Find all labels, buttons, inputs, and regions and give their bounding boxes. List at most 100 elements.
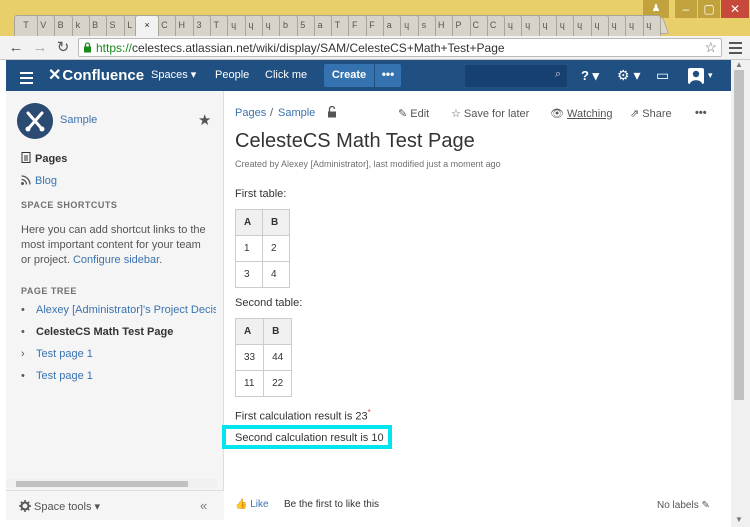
url-scheme: https:// [96, 41, 133, 55]
tree-bullet-icon: • [21, 370, 25, 382]
back-button[interactable]: ← [6, 38, 26, 58]
tab-strip: T V Bk B S L × C H 3 Tɥ ɥ ɥ b 5 a T F Fa ɥ s H P C Cɥ ɥ ɥ ɥ ɥ ɥ ɥ ɥ ɥ [0, 0, 750, 36]
address-bar[interactable]: https://celestecs.atlassian.net/wiki/dis… [78, 38, 722, 57]
space-logo-icon[interactable] [17, 103, 53, 139]
table-row: 34 [235, 261, 290, 288]
browser-menu-icon[interactable] [727, 39, 745, 57]
likes-summary: Be the first to like this [284, 499, 380, 510]
sidebar-footer: Space tools ▾ « [6, 490, 224, 520]
save-for-later-button[interactable]: ☆ Save for later [451, 107, 529, 120]
close-window-button[interactable]: ✕ [721, 0, 749, 18]
table-cell: 44 [263, 344, 293, 371]
tree-item-current[interactable]: • CelesteCS Math Test Page [21, 326, 216, 338]
gear-icon [19, 500, 31, 512]
sidebar-item-pages[interactable]: Pages [21, 152, 67, 165]
profile-menu[interactable]: ▾ [688, 60, 718, 91]
like-button[interactable]: 👍 Like [235, 499, 269, 510]
author-link[interactable]: Alexey [Administrator] [281, 159, 369, 169]
first-table-label: First table: [235, 188, 287, 200]
tree-item-label: Test page 1 [36, 370, 93, 382]
more-actions-button[interactable]: ••• [695, 107, 707, 119]
create-more-button[interactable]: ••• [375, 64, 401, 87]
first-calculation-result: First calculation result is 23* [235, 408, 371, 423]
reload-button[interactable]: ↻ [53, 38, 73, 58]
click-me-link[interactable]: Click me [265, 60, 307, 91]
browser-tab[interactable]: T [14, 15, 38, 36]
tree-item-label: Alexey [Administrator]'s Project Decisio [36, 304, 216, 316]
help-menu-icon[interactable]: ? ▾ [581, 60, 599, 91]
table-row: 12 [235, 235, 290, 262]
unlock-icon[interactable] [327, 106, 337, 118]
create-button[interactable]: Create [324, 64, 374, 87]
no-labels-text: No labels [657, 500, 699, 511]
save-star-icon: ☆ [451, 108, 464, 120]
favourite-star-icon[interactable]: ★ [198, 111, 211, 129]
space-name-link[interactable]: Sample [60, 114, 97, 126]
confluence-logo[interactable]: ✕Confluence [48, 60, 144, 91]
lock-icon [84, 42, 91, 53]
modified-link[interactable]: just a moment ago [427, 159, 501, 169]
tree-expand-icon[interactable]: › [21, 348, 36, 360]
save-for-later-label: Save for later [463, 108, 530, 120]
edit-labels-pencil-icon[interactable]: ✎ [699, 500, 709, 511]
confluence-header: ✕Confluence Spaces ▾ People Click me Cre… [6, 60, 731, 91]
table-row: 11 22 [234, 370, 293, 397]
table-header-cell: B [262, 209, 290, 236]
calc1-marker: * [367, 408, 371, 417]
scroll-down-icon[interactable]: ▼ [735, 515, 743, 524]
space-tools-label: Space tools ▾ [34, 501, 101, 513]
sidebar-scrollbar-thumb[interactable] [16, 481, 188, 487]
shortcuts-help-text: Here you can add shortcut links to the m… [21, 224, 206, 266]
bookmark-star-icon[interactable]: ☆ [704, 39, 717, 56]
tree-item[interactable]: • Alexey [Administrator]'s Project Decisi… [21, 304, 216, 316]
breadcrumb-sample[interactable]: Sample [278, 107, 315, 119]
app-switcher-icon[interactable] [20, 60, 34, 91]
people-link[interactable]: People [215, 60, 249, 91]
second-table: AB 33 44 11 22 [234, 318, 293, 397]
maximize-button[interactable]: ▢ [698, 0, 720, 18]
page-byline: Created by Alexey [Administrator], last … [235, 159, 501, 169]
minimize-button[interactable]: – [675, 0, 697, 18]
browser-toolbar: ← → ↻ https://celestecs.atlassian.net/wi… [0, 36, 750, 60]
page-tree-header: PAGE TREE [21, 286, 77, 296]
edit-button[interactable]: ✎ Edit [398, 107, 429, 120]
browser-tab[interactable]: × [135, 15, 160, 36]
labels-editor[interactable]: No labels ✎ [657, 500, 710, 511]
second-table-label: Second table: [235, 297, 303, 309]
table-header-cell: B [263, 318, 293, 345]
vertical-scrollbar-thumb[interactable] [734, 70, 744, 400]
table-header-cell: A [235, 209, 263, 236]
spaces-menu[interactable]: Spaces ▾ [151, 60, 196, 91]
table-cell: 4 [262, 261, 290, 288]
configure-sidebar-link[interactable]: Configure sidebar [73, 254, 159, 266]
notifications-icon[interactable]: ▭ [656, 60, 669, 91]
share-button[interactable]: ⇗ Share [630, 107, 672, 120]
thumbs-up-icon: 👍 [235, 499, 251, 510]
url-path: celestecs.atlassian.net/wiki/display/SAM… [132, 41, 505, 55]
tree-item[interactable]: • Test page 1 [21, 370, 216, 382]
space-tools-menu[interactable]: Space tools ▾ [19, 500, 100, 513]
first-table: AB 12 34 [235, 209, 290, 288]
scroll-up-icon[interactable]: ▲ [735, 60, 743, 69]
watching-label: Watching [567, 108, 613, 120]
share-icon: ⇗ [630, 108, 643, 120]
table-cell: 3 [235, 261, 263, 288]
confluence-x-icon: ✕ [48, 67, 62, 84]
table-cell: 11 [234, 370, 265, 397]
page-title: CelesteCS Math Test Page [235, 130, 475, 152]
settings-gear-icon[interactable]: ⚙ ▾ [617, 60, 640, 91]
search-icon: ⌕ [554, 68, 561, 80]
breadcrumb-pages[interactable]: Pages [235, 107, 266, 119]
table-row: 33 44 [234, 344, 293, 371]
sidebar-item-blog[interactable]: Blog [21, 175, 57, 187]
watch-eye-icon: 👁 [550, 108, 568, 120]
watching-button[interactable]: 👁 Watching [550, 107, 612, 120]
tree-item[interactable]: › Test page 1 [21, 348, 216, 360]
share-label: Share [642, 108, 672, 120]
forward-button[interactable]: → [30, 38, 50, 58]
avatar-icon [688, 68, 704, 84]
sidebar-item-blog-label: Blog [35, 175, 58, 187]
confluence-logo-text: Confluence [62, 67, 145, 84]
search-input[interactable]: ⌕ [465, 65, 567, 87]
collapse-sidebar-icon[interactable]: « [200, 498, 207, 513]
